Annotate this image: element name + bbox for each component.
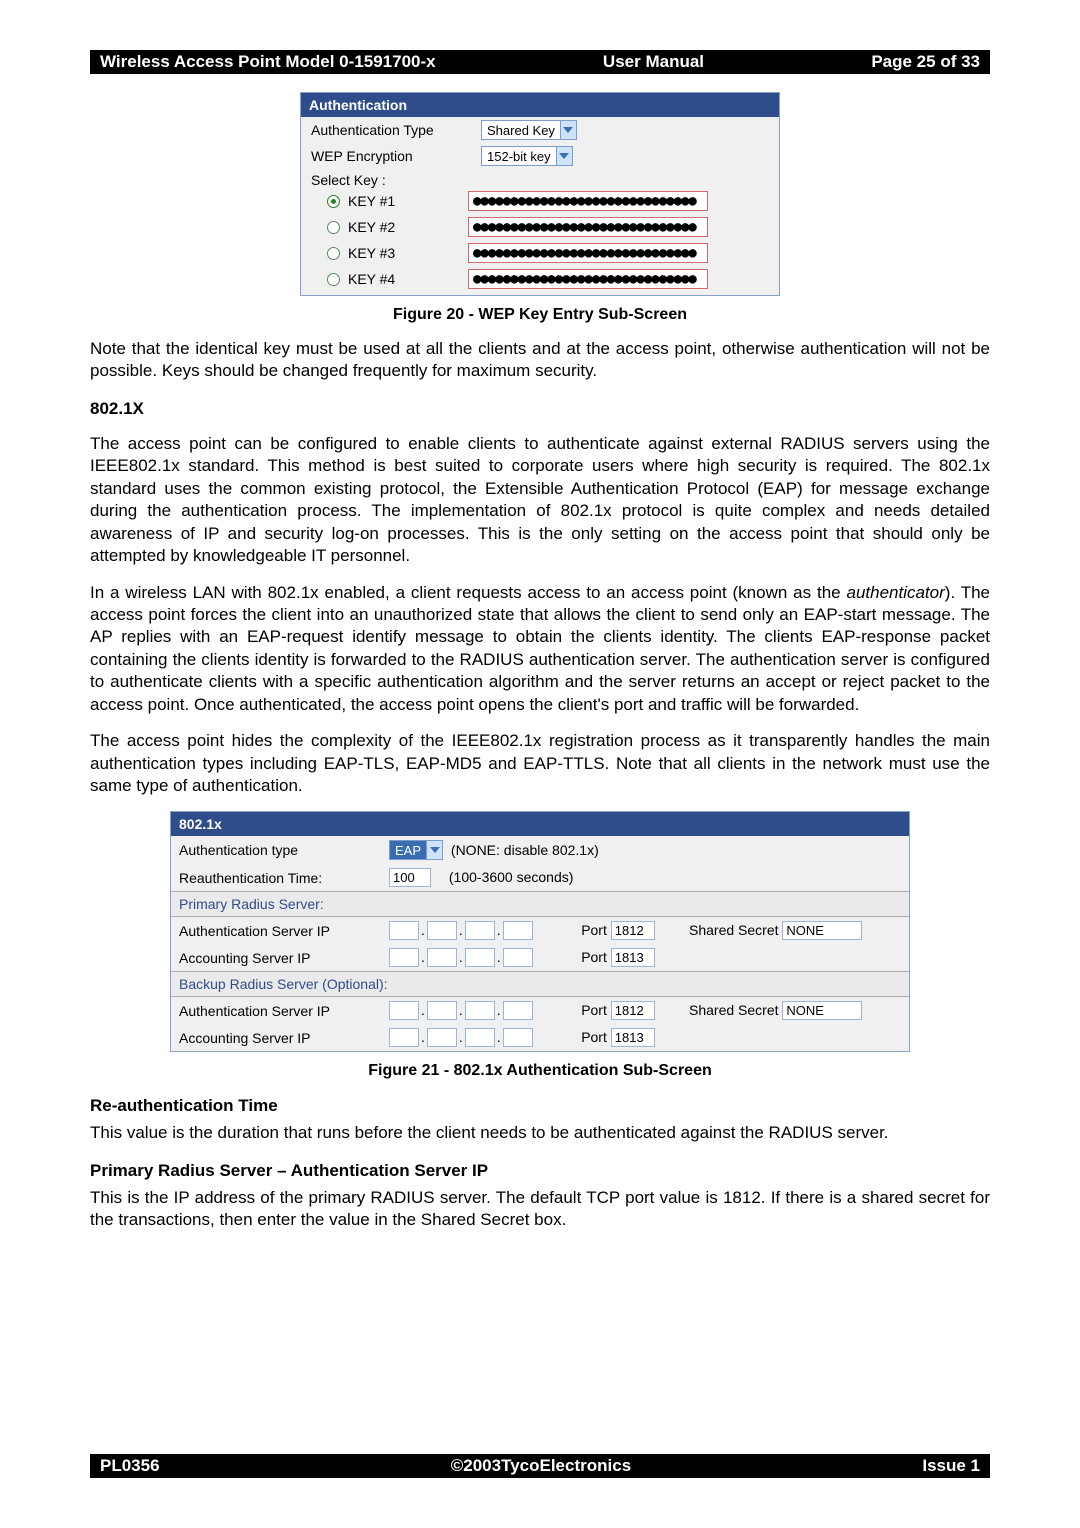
para-8021x-3: The access point hides the complexity of… xyxy=(90,730,990,797)
key1-input[interactable]: ●●●●●●●●●●●●●●●●●●●●●●●●●●●●●● xyxy=(468,191,708,211)
key3-label: KEY #3 xyxy=(348,245,468,261)
auth-type-label: Authentication type xyxy=(171,836,381,864)
primary-acct-ip-c[interactable] xyxy=(465,948,495,967)
port-label: Port xyxy=(581,949,607,965)
key4-radio[interactable] xyxy=(327,273,340,286)
backup-radius-header: Backup Radius Server (Optional): xyxy=(171,972,909,997)
para-reauth: This value is the duration that runs bef… xyxy=(90,1122,990,1144)
primary-radius-header: Primary Radius Server: xyxy=(171,892,909,917)
heading-8021x: 802.1X xyxy=(90,399,990,419)
wep-encryption-value: 152-bit key xyxy=(482,148,556,165)
key4-input[interactable]: ●●●●●●●●●●●●●●●●●●●●●●●●●●●●●● xyxy=(468,269,708,289)
backup-shared-secret-input[interactable]: NONE xyxy=(782,1001,862,1020)
panel-title: 802.1x xyxy=(171,812,909,836)
backup-auth-server-label: Authentication Server IP xyxy=(171,997,381,1025)
primary-acct-ip-a[interactable] xyxy=(389,948,419,967)
backup-acct-ip-d[interactable] xyxy=(503,1028,533,1047)
footer-mid: ©2003TycoElectronics xyxy=(451,1456,631,1476)
wep-encryption-label: WEP Encryption xyxy=(311,148,481,164)
primary-acct-port-input[interactable]: 1813 xyxy=(611,948,655,967)
figure20-caption: Figure 20 - WEP Key Entry Sub-Screen xyxy=(90,306,990,324)
auth-type-note: (NONE: disable 802.1x) xyxy=(451,842,599,858)
key2-radio[interactable] xyxy=(327,221,340,234)
figure21-caption: Figure 21 - 802.1x Authentication Sub-Sc… xyxy=(90,1062,990,1080)
port-label: Port xyxy=(581,1029,607,1045)
primary-auth-ip-b[interactable] xyxy=(427,921,457,940)
para-8021x-2-pre: In a wireless LAN with 802.1x enabled, a… xyxy=(90,583,846,602)
para-8021x-2-italic: authenticator xyxy=(846,583,944,602)
heading-reauth: Re-authentication Time xyxy=(90,1096,990,1116)
primary-acct-server-label: Accounting Server IP xyxy=(171,944,381,972)
reauth-label: Reauthentication Time: xyxy=(171,864,381,892)
chevron-down-icon xyxy=(426,841,442,859)
auth-type-value: EAP xyxy=(390,842,426,859)
wep-encryption-select[interactable]: 152-bit key xyxy=(481,146,573,166)
backup-auth-port-input[interactable]: 1812 xyxy=(611,1001,655,1020)
backup-acct-port-input[interactable]: 1813 xyxy=(611,1028,655,1047)
footer-left: PL0356 xyxy=(100,1456,160,1476)
primary-auth-ip-d[interactable] xyxy=(503,921,533,940)
key2-input[interactable]: ●●●●●●●●●●●●●●●●●●●●●●●●●●●●●● xyxy=(468,217,708,237)
backup-auth-ip-b[interactable] xyxy=(427,1001,457,1020)
para-primary-auth-ip: This is the IP address of the primary RA… xyxy=(90,1187,990,1232)
port-label: Port xyxy=(581,922,607,938)
8021x-panel: 802.1x Authentication type EAP (NONE: di… xyxy=(170,811,910,1052)
port-label: Port xyxy=(581,1002,607,1018)
backup-auth-ip-a[interactable] xyxy=(389,1001,419,1020)
backup-auth-ip-d[interactable] xyxy=(503,1001,533,1020)
chevron-down-icon xyxy=(556,147,572,165)
primary-auth-server-label: Authentication Server IP xyxy=(171,917,381,945)
primary-auth-ip-a[interactable] xyxy=(389,921,419,940)
backup-acct-ip-b[interactable] xyxy=(427,1028,457,1047)
key1-label: KEY #1 xyxy=(348,193,468,209)
para-wep-note: Note that the identical key must be used… xyxy=(90,338,990,383)
primary-auth-ip-c[interactable] xyxy=(465,921,495,940)
primary-acct-ip-d[interactable] xyxy=(503,948,533,967)
para-8021x-2: In a wireless LAN with 802.1x enabled, a… xyxy=(90,582,990,717)
backup-auth-ip-c[interactable] xyxy=(465,1001,495,1020)
page-footer: PL0356 ©2003TycoElectronics Issue 1 xyxy=(90,1454,990,1478)
auth-type-select[interactable]: EAP xyxy=(389,840,443,860)
key2-label: KEY #2 xyxy=(348,219,468,235)
shared-secret-label: Shared Secret xyxy=(689,922,779,938)
header-left: Wireless Access Point Model 0-1591700-x xyxy=(100,52,436,72)
backup-acct-ip-c[interactable] xyxy=(465,1028,495,1047)
backup-acct-ip-a[interactable] xyxy=(389,1028,419,1047)
authentication-panel: Authentication Authentication Type Share… xyxy=(300,92,780,296)
reauth-time-input[interactable]: 100 xyxy=(389,868,431,887)
select-key-label: Select Key : xyxy=(311,172,481,188)
shared-secret-label: Shared Secret xyxy=(689,1002,779,1018)
primary-auth-port-input[interactable]: 1812 xyxy=(611,921,655,940)
primary-acct-ip-b[interactable] xyxy=(427,948,457,967)
primary-shared-secret-input[interactable]: NONE xyxy=(782,921,862,940)
chevron-down-icon xyxy=(560,121,576,139)
key1-radio[interactable] xyxy=(327,195,340,208)
header-mid: User Manual xyxy=(603,52,704,72)
heading-primary-auth-ip: Primary Radius Server – Authentication S… xyxy=(90,1161,990,1181)
footer-right: Issue 1 xyxy=(922,1456,980,1476)
panel-title: Authentication xyxy=(301,93,779,117)
para-8021x-2-post: ). The access point forces the client in… xyxy=(90,583,990,714)
page-header: Wireless Access Point Model 0-1591700-x … xyxy=(90,50,990,74)
auth-type-label: Authentication Type xyxy=(311,122,481,138)
header-right: Page 25 of 33 xyxy=(871,52,980,72)
auth-type-select[interactable]: Shared Key xyxy=(481,120,577,140)
auth-type-value: Shared Key xyxy=(482,122,560,139)
key3-input[interactable]: ●●●●●●●●●●●●●●●●●●●●●●●●●●●●●● xyxy=(468,243,708,263)
para-8021x-1: The access point can be configured to en… xyxy=(90,433,990,568)
backup-acct-server-label: Accounting Server IP xyxy=(171,1024,381,1051)
reauth-note: (100-3600 seconds) xyxy=(449,869,574,885)
key3-radio[interactable] xyxy=(327,247,340,260)
key4-label: KEY #4 xyxy=(348,271,468,287)
